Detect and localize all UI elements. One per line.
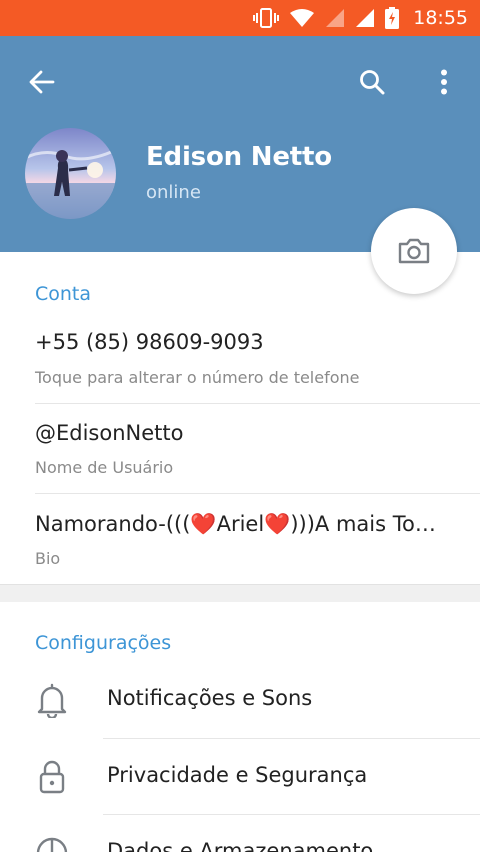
battery-charging-icon xyxy=(385,7,400,29)
set-photo-button[interactable] xyxy=(371,208,457,294)
phone-number: +55 (85) 98609-9093 xyxy=(35,330,264,354)
back-button[interactable] xyxy=(22,62,62,102)
search-icon xyxy=(360,70,385,95)
status-bar: 18:55 xyxy=(0,0,480,36)
username: @EdisonNetto xyxy=(35,421,184,445)
settings-item-privacy[interactable]: Privacidade e Segurança xyxy=(0,739,480,815)
section-title-account: Conta xyxy=(35,283,92,305)
back-arrow-icon xyxy=(29,70,55,94)
bio-text: Namorando-(((❤️Ariel❤️)))A mais To… xyxy=(35,512,436,536)
more-vertical-icon xyxy=(441,69,447,95)
camera-icon xyxy=(398,238,430,264)
data-usage-icon xyxy=(36,837,68,852)
vibrate-icon xyxy=(253,7,280,29)
more-options-button[interactable] xyxy=(424,60,464,104)
settings-item-data[interactable]: Dados e Armazenamento xyxy=(0,815,480,852)
phone-hint: Toque para alterar o número de telefone xyxy=(35,368,360,387)
settings-item-label: Dados e Armazenamento xyxy=(107,839,374,852)
settings-item-label: Privacidade e Segurança xyxy=(107,763,368,787)
bell-icon xyxy=(37,683,67,718)
search-button[interactable] xyxy=(350,60,394,104)
profile-status: online xyxy=(146,182,201,203)
wifi-icon xyxy=(289,8,315,28)
section-separator xyxy=(0,584,480,602)
divider xyxy=(35,493,480,494)
bio-hint: Bio xyxy=(35,549,61,568)
settings-item-label: Notificações e Sons xyxy=(107,686,313,710)
username-hint: Nome de Usuário xyxy=(35,458,174,477)
heart-emoji: ❤️ xyxy=(190,512,217,536)
lock-icon xyxy=(39,760,65,794)
avatar[interactable] xyxy=(25,128,116,219)
heart-emoji: ❤️ xyxy=(264,512,291,536)
divider xyxy=(35,403,480,404)
signal-icon xyxy=(325,8,345,28)
profile-name: Edison Netto xyxy=(146,142,332,172)
section-title-settings: Configurações xyxy=(35,632,172,654)
clock: 18:55 xyxy=(413,7,468,29)
signal-icon xyxy=(355,8,375,28)
settings-item-notifications[interactable]: Notificações e Sons xyxy=(0,662,480,738)
